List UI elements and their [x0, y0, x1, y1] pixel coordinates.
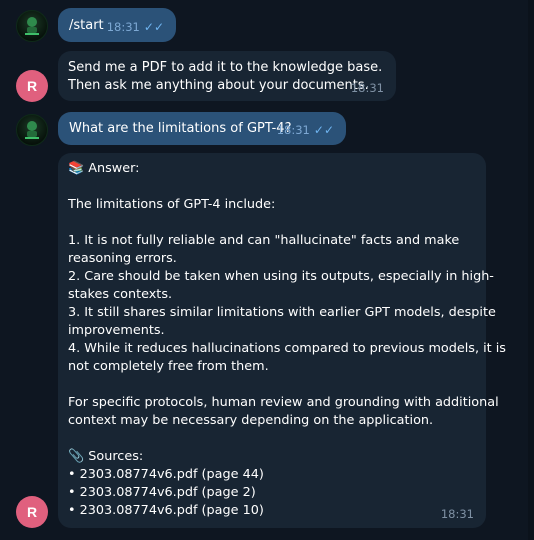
limitation-4: 4. While it reduces hallucinations compa… — [68, 341, 506, 356]
bot-avatar[interactable] — [16, 114, 48, 146]
paperclip-icon: 📎 — [68, 449, 85, 464]
message-time: 18:31 — [350, 81, 384, 95]
limitation-3: 3. It still shares similar limitations w… — [68, 305, 496, 320]
message-meta: 18:31 ✓✓ — [277, 121, 334, 139]
answer-body: 📚 Answer: The limitations of GPT-4 inclu… — [68, 160, 506, 520]
books-icon: 📚 — [68, 161, 85, 176]
limitation-4-cont: not completely free from them. — [68, 359, 269, 374]
source-item: • 2303.08774v6.pdf (page 44) — [68, 467, 264, 482]
answer-label: Answer: — [88, 161, 140, 176]
robot-logo-icon — [25, 121, 39, 139]
limitation-3-cont: improvements. — [68, 323, 165, 338]
limitation-1-cont: reasoning errors. — [68, 251, 177, 266]
read-checkmarks-icon: ✓✓ — [143, 20, 164, 34]
message-time: 18:31 — [106, 20, 140, 34]
answer-note: For specific protocols, human review and… — [68, 395, 499, 410]
sources-label: Sources: — [88, 449, 144, 464]
message-time: 18:31 — [440, 507, 474, 521]
message-text: What are the limitations of GPT-4? — [69, 121, 292, 136]
user-avatar[interactable]: R — [16, 70, 48, 102]
message-bubble-greeting[interactable]: Send me a PDF to add it to the knowledge… — [58, 51, 396, 101]
bot-avatar[interactable] — [16, 10, 48, 42]
message-bubble-question[interactable]: What are the limitations of GPT-4? 18:31… — [58, 112, 346, 145]
message-time: 18:31 — [276, 123, 310, 137]
read-checkmarks-icon: ✓✓ — [313, 123, 334, 137]
message-text: Send me a PDF to add it to the knowledge… — [68, 60, 383, 93]
message-meta: 18:31 ✓✓ — [107, 18, 164, 36]
message-bubble-answer[interactable]: 📚 Answer: The limitations of GPT-4 inclu… — [58, 153, 506, 528]
chat-scrollbar[interactable] — [528, 0, 534, 540]
answer-intro: The limitations of GPT-4 include: — [68, 197, 276, 212]
limitation-2: 2. Care should be taken when using its o… — [68, 269, 494, 284]
message-meta: 18:31 — [441, 505, 474, 523]
source-item: • 2303.08774v6.pdf (page 2) — [68, 485, 256, 500]
limitation-2-cont: stakes contexts. — [68, 287, 173, 302]
limitation-1: 1. It is not fully reliable and can "hal… — [68, 233, 460, 248]
robot-logo-icon — [25, 17, 39, 35]
message-text: /start — [69, 18, 104, 33]
answer-note-cont: context may be necessary depending on th… — [68, 413, 434, 428]
message-meta: 18:31 — [351, 79, 384, 97]
message-bubble-start[interactable]: /start 18:31 ✓✓ — [58, 8, 176, 42]
user-avatar[interactable]: R — [16, 496, 48, 528]
